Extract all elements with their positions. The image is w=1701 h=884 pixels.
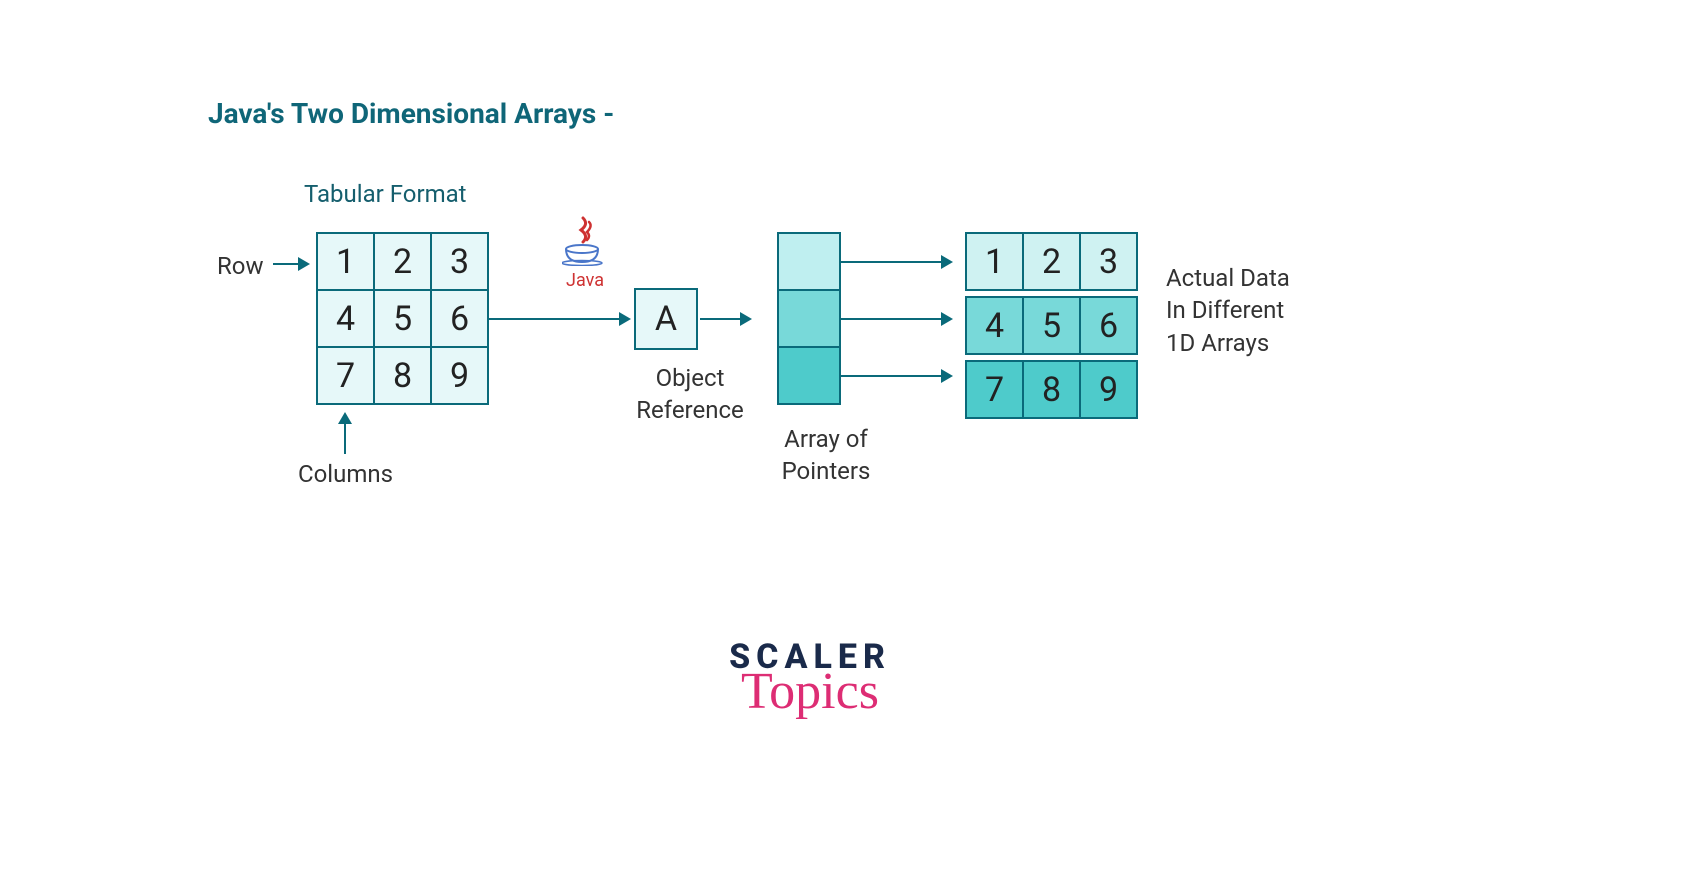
arr1-1: 5 <box>1022 296 1081 355</box>
grid-cell-2-1: 8 <box>373 346 432 405</box>
object-ref-label-2: Reference <box>636 396 743 424</box>
java-text: Java <box>555 270 615 291</box>
arr2-2: 9 <box>1079 360 1138 419</box>
ptr1-arrow-line <box>841 318 941 320</box>
ptr0-arrow-head <box>941 255 953 269</box>
grid-to-obj-arrow-line <box>489 318 619 320</box>
arr0-2: 3 <box>1079 232 1138 291</box>
pointer-cell-2 <box>777 346 841 405</box>
columns-arrow-line <box>344 424 346 454</box>
ptr1-arrow-head <box>941 312 953 326</box>
scaler-topics-logo: SCALER Topics <box>680 640 940 718</box>
arr1-2: 6 <box>1079 296 1138 355</box>
row-arrow-line <box>273 263 298 265</box>
pointer-cell-0 <box>777 232 841 291</box>
grid-cell-1-0: 4 <box>316 289 375 348</box>
columns-arrow-head <box>338 412 352 424</box>
grid-to-obj-arrow-head <box>619 312 631 326</box>
diagram-title: Java's Two Dimensional Arrays - <box>208 97 614 130</box>
columns-label: Columns <box>298 458 393 490</box>
obj-to-ptr-arrow-head <box>740 312 752 326</box>
ptr2-arrow-line <box>841 375 941 377</box>
actual-data-label-2: In Different <box>1166 296 1284 324</box>
grid-cell-0-2: 3 <box>430 232 489 291</box>
tabular-label: Tabular Format <box>304 180 467 208</box>
pointer-cell-1 <box>777 289 841 348</box>
actual-data-label: Actual Data In Different 1D Arrays <box>1166 262 1290 359</box>
arr0-0: 1 <box>965 232 1024 291</box>
ptr2-arrow-head <box>941 369 953 383</box>
grid-cell-1-1: 5 <box>373 289 432 348</box>
pointers-label: Array of Pointers <box>771 423 881 488</box>
pointers-label-1: Array of <box>784 425 868 453</box>
grid-cell-0-0: 1 <box>316 232 375 291</box>
pointers-label-2: Pointers <box>782 457 871 485</box>
grid-cell-2-2: 9 <box>430 346 489 405</box>
object-ref-label-1: Object <box>656 364 725 392</box>
arr0-1: 2 <box>1022 232 1081 291</box>
arr1-0: 4 <box>965 296 1024 355</box>
java-logo: Java <box>555 216 615 291</box>
grid-cell-1-2: 6 <box>430 289 489 348</box>
row-arrow-head <box>298 257 310 271</box>
actual-data-label-3: 1D Arrays <box>1166 329 1269 357</box>
row-label: Row <box>217 250 264 282</box>
object-ref-box: A <box>634 288 698 350</box>
topics-text: Topics <box>680 666 940 718</box>
actual-data-label-1: Actual Data <box>1166 264 1290 292</box>
object-ref-label: Object Reference <box>630 362 750 427</box>
obj-to-ptr-arrow-line <box>700 318 740 320</box>
java-cup-icon <box>555 244 615 270</box>
ptr0-arrow-line <box>841 261 941 263</box>
grid-cell-0-1: 2 <box>373 232 432 291</box>
grid-cell-2-0: 7 <box>316 346 375 405</box>
arr2-0: 7 <box>965 360 1024 419</box>
arr2-1: 8 <box>1022 360 1081 419</box>
